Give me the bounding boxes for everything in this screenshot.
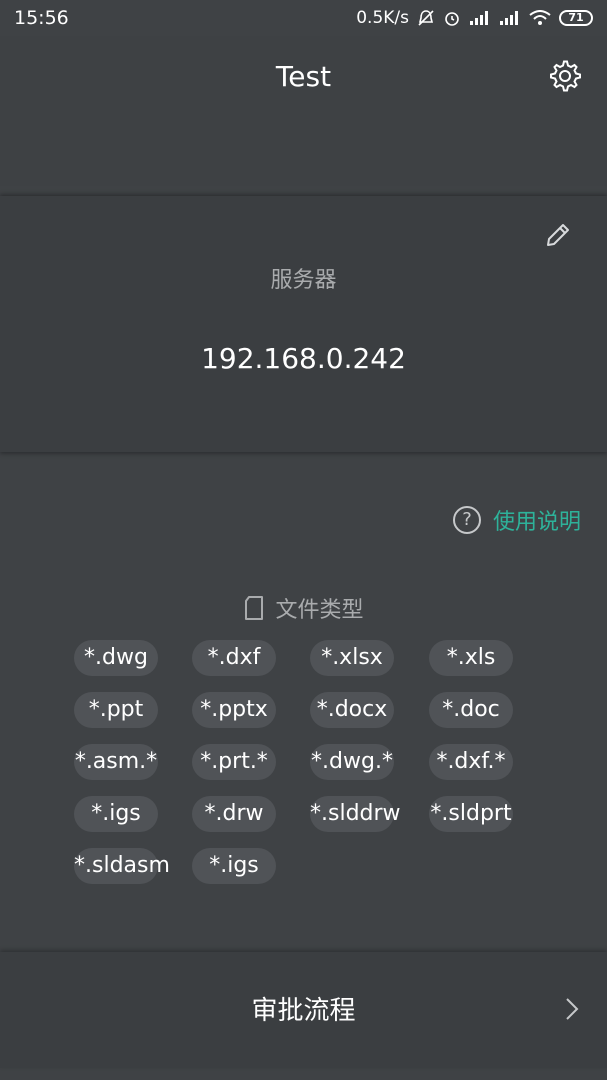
page-title: Test bbox=[275, 60, 332, 93]
file-type-chip: *.xlsx bbox=[310, 640, 394, 676]
file-type-chip: *.slddrw bbox=[310, 796, 401, 832]
gear-icon bbox=[550, 60, 581, 92]
file-type-chip: *.doc bbox=[429, 692, 513, 728]
screen: 15:56 0.5K/s 71 Test 服务器 192.168.0.242 ?… bbox=[0, 0, 607, 1080]
server-label: 服务器 bbox=[270, 268, 337, 293]
chevron-right-icon bbox=[566, 998, 579, 1020]
server-card: 服务器 192.168.0.242 bbox=[0, 196, 607, 452]
status-bar: 15:56 0.5K/s 71 bbox=[0, 0, 607, 36]
status-icons: 0.5K/s 71 bbox=[356, 8, 593, 28]
file-type-chip: *.dxf.* bbox=[429, 744, 513, 780]
alarm-icon bbox=[443, 9, 461, 27]
network-speed: 0.5K/s bbox=[356, 8, 409, 28]
file-type-chip: *.igs bbox=[74, 796, 158, 832]
file-type-chip: *.xls bbox=[429, 640, 513, 676]
approval-workflow-row[interactable]: 审批流程 bbox=[0, 952, 607, 1068]
file-type-chip: *.ppt bbox=[74, 692, 158, 728]
file-types-heading: 文件类型 bbox=[0, 592, 607, 624]
file-type-chip: *.prt.* bbox=[192, 744, 276, 780]
file-type-chip: *.drw bbox=[192, 796, 276, 832]
file-type-chip: *.pptx bbox=[192, 692, 276, 728]
edit-server-button[interactable] bbox=[543, 220, 573, 250]
file-type-chip: *.sldprt bbox=[429, 796, 513, 832]
status-time: 15:56 bbox=[14, 7, 69, 29]
file-type-chip: *.dwg bbox=[74, 640, 158, 676]
instructions-label: 使用说明 bbox=[492, 510, 581, 535]
file-type-chip: *.sldasm bbox=[74, 848, 170, 884]
server-address: 192.168.0.242 bbox=[201, 342, 406, 375]
approval-workflow-label: 审批流程 bbox=[251, 996, 356, 1026]
settings-button[interactable] bbox=[547, 58, 583, 94]
file-type-chip: *.dxf bbox=[192, 640, 276, 676]
file-type-chip: *.igs bbox=[192, 848, 276, 884]
signal-icon bbox=[469, 10, 491, 26]
file-type-chip: *.dwg.* bbox=[310, 744, 394, 780]
file-type-chip: *.asm.* bbox=[74, 744, 158, 780]
instructions-link[interactable]: ? 使用说明 bbox=[452, 504, 581, 536]
wifi-icon bbox=[529, 10, 551, 26]
file-types-title: 文件类型 bbox=[275, 598, 364, 623]
app-header: Test bbox=[0, 36, 607, 186]
file-type-chip: *.docx bbox=[310, 692, 394, 728]
question-circle-icon: ? bbox=[452, 506, 481, 534]
battery-icon: 71 bbox=[559, 10, 593, 26]
mute-notification-icon bbox=[417, 9, 435, 27]
file-icon bbox=[245, 596, 264, 620]
signal-icon bbox=[499, 10, 521, 26]
pencil-icon bbox=[547, 224, 569, 246]
